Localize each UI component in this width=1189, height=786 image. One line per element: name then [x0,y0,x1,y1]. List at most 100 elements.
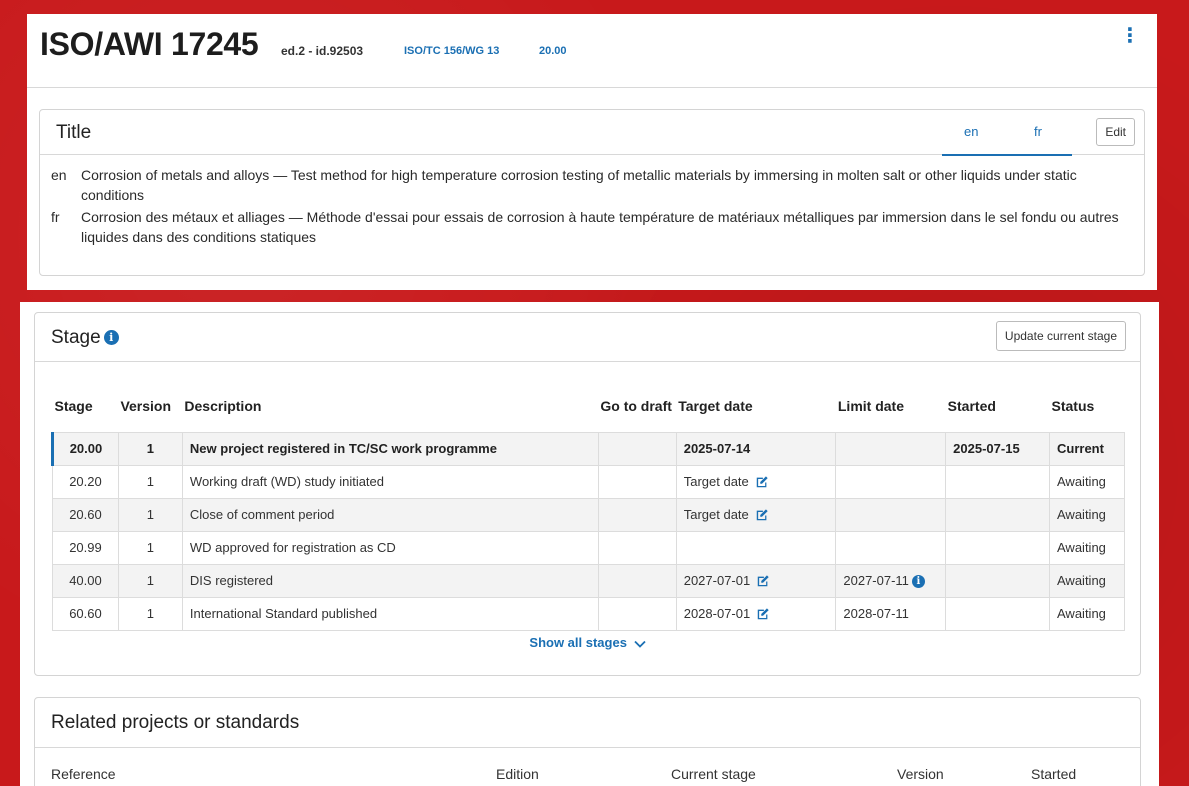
column-header: Version [897,766,944,782]
stage-code: 20.99 [52,530,119,565]
stage-status: Awaiting [1049,563,1125,598]
stage-link[interactable]: 20.00 [539,45,567,57]
title-text: Corrosion of metals and alloys — Test me… [81,167,1077,203]
started-date [945,563,1050,598]
title-row-fr: fr Corrosion des métaux et alliages — Mé… [51,207,1144,247]
target-date-cell[interactable]: Target date [675,497,837,532]
stage-code: 20.60 [52,497,119,532]
target-date-cell[interactable]: 2027-07-01 [675,563,837,598]
stage-version: 1 [117,431,183,466]
started-date [945,497,1050,532]
table-header-row: Stage Version Description Go to draft Ta… [53,380,1125,432]
column-header: Description [184,397,262,414]
stage-description: Working draft (WD) study initiated [181,464,599,499]
table-row: 40.00 1 DIS registered 2027-07-01 2027-0… [52,563,1125,598]
column-header: Target date [678,397,753,414]
language-tabs: en fr [942,110,1072,156]
column-header: Limit date [837,397,904,414]
project-reference: ISO/AWI 17245 [40,26,259,62]
limit-date [835,497,947,532]
column-header: Status [1051,397,1095,414]
stage-status: Awaiting [1049,464,1125,499]
project-header-panel: ISO/AWI 17245 ed.2 - id.92503 ISO/TC 156… [27,14,1157,290]
limit-date: 2028-07-11 [835,596,947,631]
limit-date-cell: 2027-07-11 i [835,563,947,598]
kebab-menu-icon[interactable]: ⋮ [1120,26,1140,46]
table-row: 20.20 1 Working draft (WD) study initiat… [52,464,1125,499]
stage-status: Awaiting [1049,530,1125,565]
target-date: 2025-07-14 [675,431,837,466]
target-date: 2027-07-01 [683,572,751,588]
limit-date: 2027-07-11 [843,572,909,588]
edit-icon[interactable] [756,607,770,621]
stage-heading-wrap: Stage i [51,327,119,349]
title-row-en: en Corrosion of metals and alloys — Test… [51,165,1144,205]
stages-table: Stage Version Description Go to draft Ta… [51,380,1125,631]
update-current-stage-button[interactable]: Update current stage [995,321,1126,351]
title-text: Corrosion des métaux et alliages — Métho… [81,209,1119,245]
stage-code: 40.00 [52,563,119,598]
show-all-stages-label: Show all stages [529,635,627,650]
go-to-draft-cell [597,596,677,631]
target-date-placeholder: Target date [683,506,749,522]
target-date-placeholder: Target date [683,473,749,489]
go-to-draft-cell [597,431,677,466]
title-card-header: Title en fr Edit [40,110,1144,156]
tab-fr[interactable]: fr [1034,124,1042,139]
related-projects-card: Related projects or standards Reference … [34,697,1141,786]
project-edition-id: ed.2 - id.92503 [281,44,364,58]
stage-version: 1 [117,464,183,499]
limit-date [835,464,947,499]
stage-code: 60.60 [52,596,119,631]
info-icon[interactable]: i [103,330,119,346]
stage-panel: Stage i Update current stage Stage Versio… [20,302,1159,786]
target-date: 2028-07-01 [683,605,751,621]
committee-link[interactable]: ISO/TC 156/WG 13 [404,45,499,57]
info-icon[interactable]: i [911,575,925,589]
stage-description: DIS registered [181,563,599,598]
active-tab-indicator [942,154,1072,156]
go-to-draft-cell [597,530,677,565]
stage-status: Awaiting [1049,596,1125,631]
show-all-stages-link[interactable]: Show all stages [35,635,1140,650]
title-lang-code: fr [51,209,60,225]
project-header: ISO/AWI 17245 ed.2 - id.92503 ISO/TC 156… [27,14,1157,88]
column-header: Go to draft [600,397,672,414]
column-header: Edition [496,766,539,782]
related-heading: Related projects or standards [51,712,300,733]
stage-description: Close of comment period [181,497,599,532]
tab-en[interactable]: en [964,124,978,139]
stage-version: 1 [117,596,183,631]
target-date-cell[interactable]: 2028-07-01 [675,596,837,631]
edit-icon[interactable] [756,574,770,588]
target-date-cell[interactable]: Target date [675,464,837,499]
title-lang-code: en [51,167,67,183]
edit-title-button[interactable]: Edit [1096,118,1135,146]
go-to-draft-cell [597,563,677,598]
started-date [945,464,1050,499]
stage-description: New project registered in TC/SC work pro… [181,431,599,466]
limit-date [835,431,947,466]
stage-description: WD approved for registration as CD [181,530,599,565]
related-header: Related projects or standards [35,698,1140,748]
edit-icon[interactable] [755,475,769,489]
title-card: Title en fr Edit en Corrosion of metals … [39,109,1145,276]
column-header: Version [120,397,172,414]
started-date [945,530,1050,565]
stage-version: 1 [117,530,183,565]
stage-description: International Standard published [181,596,599,631]
stage-code: 20.20 [52,464,119,499]
stage-status: Awaiting [1049,497,1125,532]
stage-card-header: Stage i Update current stage [35,313,1140,362]
title-heading: Title [56,122,92,143]
stage-version: 1 [117,497,183,532]
edit-icon[interactable] [755,508,769,522]
limit-date [835,530,947,565]
table-row: 60.60 1 International Standard published… [52,596,1125,631]
target-date [675,530,837,565]
go-to-draft-cell [597,464,677,499]
stage-code: 20.00 [51,431,119,466]
stage-status: Current [1049,431,1125,466]
table-row: 20.99 1 WD approved for registration as … [52,530,1125,565]
started-date [945,596,1050,631]
